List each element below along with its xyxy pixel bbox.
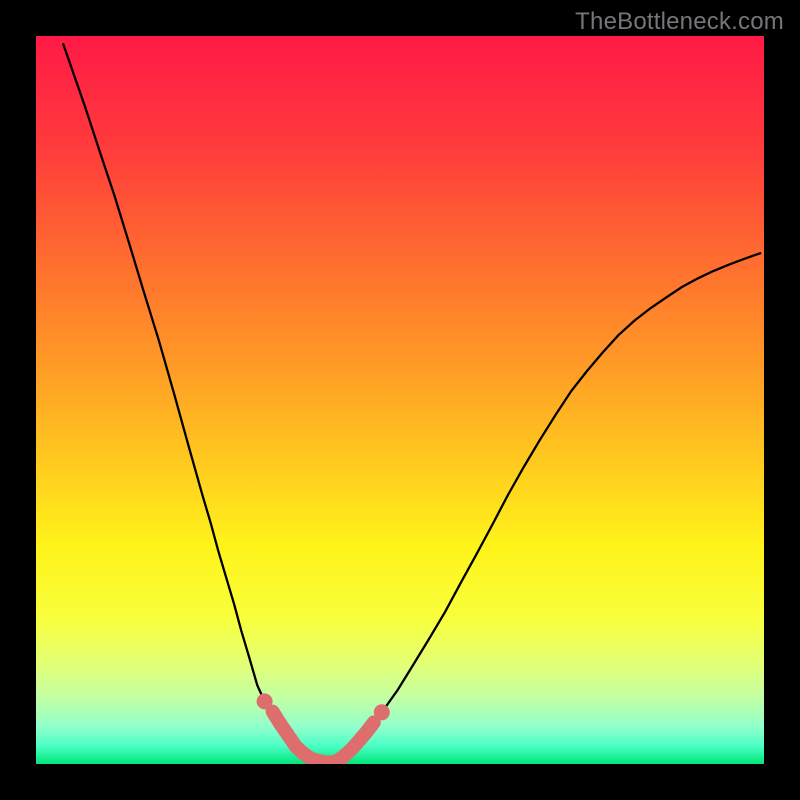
valley-dot bbox=[374, 704, 390, 720]
chart-frame: TheBottleneck.com bbox=[0, 0, 800, 800]
gradient-background bbox=[36, 36, 764, 764]
valley-dot bbox=[257, 693, 273, 709]
plot-area bbox=[36, 36, 764, 764]
watermark-text: TheBottleneck.com bbox=[575, 8, 784, 36]
plot-svg bbox=[36, 36, 764, 764]
